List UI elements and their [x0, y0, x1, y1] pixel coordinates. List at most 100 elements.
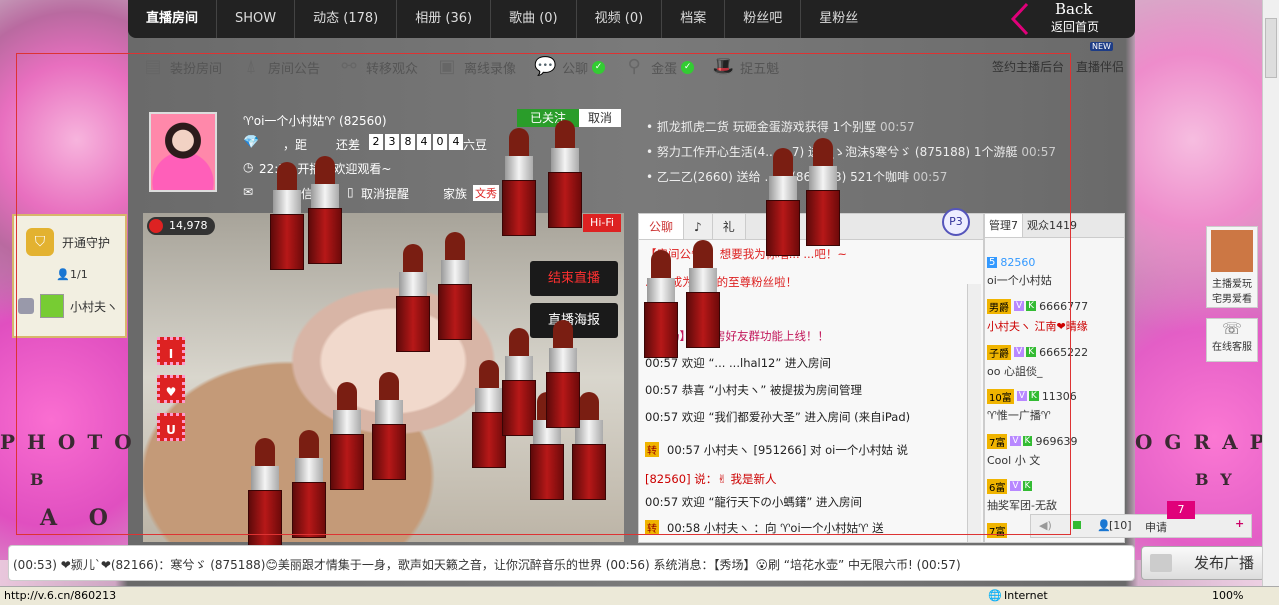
beans-label: 六豆 — [463, 138, 488, 152]
v-badge: V — [1014, 347, 1025, 357]
list-item[interactable]: 7富 — [987, 520, 1010, 540]
list-item[interactable]: 男爵 V K 6666777 — [987, 296, 1088, 316]
list-item[interactable]: 5 82560 — [987, 252, 1035, 272]
zoom-level[interactable]: 100% — [1212, 589, 1243, 602]
nav-videos[interactable]: 视频 (0) — [577, 0, 663, 38]
cancel-remind-link[interactable]: 取消提醒 — [361, 185, 409, 202]
list-item[interactable]: 子爵 V K 6665222 — [987, 342, 1088, 362]
tool-label: 金蛋 — [651, 61, 678, 77]
nav-show[interactable]: SHOW — [217, 0, 296, 38]
list-item[interactable]: οi一个小村姑 — [987, 270, 1052, 290]
top-navigation: 直播房间 SHOW 动态 (178) 相册 (36) 歌曲 (0) 视频 (0)… — [128, 0, 1135, 38]
family-tag[interactable]: 文秀 — [473, 185, 499, 201]
nav-star-fans[interactable]: 星粉丝 — [801, 0, 876, 38]
v-badge: V — [1010, 481, 1021, 491]
phone-icon: ▯ — [347, 185, 354, 199]
tool-label: 装扮房间 — [170, 61, 223, 77]
list-item[interactable]: 小村夫ヽ 江南❤晴缘 — [987, 316, 1088, 336]
guard-count: 1/1 — [70, 268, 88, 281]
offline-record-button[interactable]: ▣ 离线录像 — [436, 56, 517, 78]
list-item[interactable]: 10富 V K 11306 — [987, 386, 1077, 406]
p3-badge[interactable]: P3 — [942, 208, 970, 236]
golden-egg-toggle[interactable]: ⚲ 金蛋 ✓ — [623, 56, 695, 78]
live-partner-link[interactable]: 直播伴侣 — [1076, 58, 1124, 75]
guard-member-name[interactable]: 小村夫ヽ — [70, 298, 118, 315]
publish-broadcast-button[interactable]: 发布广播 — [1141, 546, 1265, 580]
nav-songs[interactable]: 歌曲 (0) — [491, 0, 577, 38]
nav-album[interactable]: 相册 (36) — [397, 0, 492, 38]
open-guard-button[interactable]: 开通守护 — [62, 234, 110, 251]
list-item[interactable]: Cool 小 文 — [987, 450, 1040, 470]
wealth-icon — [149, 219, 163, 233]
transfer-audience-button[interactable]: ⚯ 转移观众 — [338, 56, 418, 78]
bean-digits: 2 3 8 4 0 4 — [369, 134, 465, 150]
video-icon: ▣ — [438, 56, 456, 77]
end-live-button[interactable]: 结束直播 — [530, 261, 618, 296]
volume-icon[interactable]: ◀) — [1039, 519, 1052, 532]
hat-icon: 🎩 — [712, 56, 735, 77]
k-badge: K — [1026, 347, 1037, 357]
lipstick-icon — [306, 156, 342, 264]
level-badge: 6富 — [987, 478, 1008, 494]
apply-button[interactable]: 申请 — [1145, 519, 1167, 535]
user-list-footer: ◀) 👤 [10] 申请 7 + — [1030, 501, 1252, 538]
list-item[interactable]: 抽奖军团-无敌 — [987, 495, 1057, 515]
hifi-badge[interactable]: Hi-Fi — [583, 214, 621, 232]
nav-fan-bar[interactable]: 粉丝吧 — [725, 0, 802, 38]
plus-icon[interactable]: + — [1235, 517, 1244, 530]
list-item[interactable]: 6富 V K — [987, 476, 1035, 496]
broadcast-label: 发布广播 — [1193, 554, 1254, 572]
online-service-button[interactable]: ☏ 在线客服 — [1206, 318, 1258, 362]
k-badge: K — [1022, 481, 1033, 491]
tab-song[interactable]: ♪ — [684, 214, 713, 239]
anchor-play-promo[interactable]: 主播爱玩 宅男爱看 — [1206, 226, 1258, 308]
user-name: οi一个小村姑 — [987, 274, 1052, 287]
unfollow-button[interactable]: 取消 — [579, 109, 621, 127]
lipstick-icon — [804, 138, 840, 246]
lipstick-icon — [246, 438, 282, 546]
notice-item: • 努力工作开心生活(4... ...7) 送 ▁ゝ泡沫§寒兮ゞ (875188… — [646, 145, 1056, 159]
new-badge: NEW — [1090, 42, 1113, 51]
list-item[interactable]: οo 心詛倓_ — [987, 361, 1042, 381]
mail-icon: ✉ — [243, 185, 254, 199]
chat-line: [82560] 说：✌ 我是新人 — [645, 472, 777, 486]
notice-time: 00:57 — [880, 120, 915, 134]
tab-admin[interactable]: 管理7 — [985, 214, 1023, 237]
back-sublabel: 返回首页 — [1051, 20, 1100, 34]
notice-time: 00:57 — [912, 170, 948, 184]
notice-text: 抓龙抓虎二货 玩砸金蛋游戏获得 1个别墅 — [656, 120, 877, 134]
lipstick-icon — [684, 240, 720, 348]
signed-anchor-link[interactable]: 签约主播后台 — [992, 58, 1064, 75]
room-notice-button[interactable]: ⍋ 房间公告 — [240, 56, 320, 78]
status-dot — [1073, 521, 1081, 529]
nav-profile[interactable]: 档案 — [662, 0, 726, 38]
nav-live-room[interactable]: 直播房间 — [128, 0, 218, 38]
list-item[interactable]: ♈惟一广播♈ — [987, 405, 1051, 425]
notice-item: • 抓龙抓虎二货 玩砸金蛋游戏获得 1个别墅 00:57 — [646, 120, 915, 134]
check-icon: ✓ — [681, 60, 695, 74]
user-id: 6666777 — [1039, 299, 1089, 313]
scroll-thumb[interactable] — [1265, 18, 1277, 78]
game-icon — [1211, 230, 1253, 272]
guard-panel: ⛉ 开通守护 👤 1/1 小村夫ヽ — [12, 214, 127, 338]
digit: 3 — [385, 134, 399, 150]
dress-room-button[interactable]: ▤ 装扮房间 — [142, 56, 222, 78]
tab-audience[interactable]: 观众1419 — [1023, 214, 1081, 237]
tab-public-chat[interactable]: 公聊 — [639, 214, 685, 239]
page-scrollbar[interactable] — [1262, 0, 1279, 586]
nav-feed[interactable]: 动态 (178) — [295, 0, 398, 38]
v-badge: V — [1014, 301, 1025, 311]
chat-scrollbar[interactable] — [967, 284, 981, 542]
level-badge: 子爵 — [987, 344, 1011, 360]
back-home-button[interactable]: Back 返回首页 — [1005, 0, 1135, 38]
public-chat-toggle[interactable]: 💬 公聊 ✓ — [534, 56, 606, 78]
diamond-icon: 💎 — [243, 135, 260, 150]
k-badge: K — [1026, 301, 1037, 311]
lipstick-icon — [764, 148, 800, 256]
list-item[interactable]: 7富 V K 969639 — [987, 431, 1077, 451]
user-list-panel: 管理7 观众1419 5 82560 οi一个小村姑 男爵 V K 6666777 小村… — [984, 213, 1125, 543]
catch-five-button[interactable]: 🎩 捉五魁 — [712, 56, 779, 78]
chat-line: 00:57 欢迎 “龍行天下の小螞鐯” 进入房间 — [645, 495, 863, 509]
tab-gift[interactable]: 礼 — [712, 214, 746, 239]
lipstick-icon — [546, 120, 582, 228]
